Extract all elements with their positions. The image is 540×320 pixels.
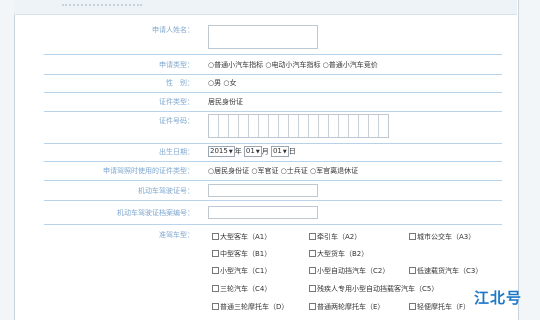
checkbox-icon xyxy=(409,267,416,274)
cert-type-value: 居民身份证 xyxy=(208,98,243,106)
apply-cert-label: 申请驾照时使用的证件类型： xyxy=(103,167,194,175)
vehicle-checkbox-a2[interactable]: 牵引车（A2） xyxy=(309,232,361,242)
gender-radio-group[interactable]: ○男 ○女 xyxy=(208,78,236,88)
birth-month-select[interactable]: 01▼ xyxy=(243,146,262,157)
row-name: 申请人姓名： xyxy=(44,14,502,55)
checkbox-icon xyxy=(309,233,316,240)
birth-year-select[interactable]: 2015▼ xyxy=(208,146,235,157)
gender-label: 性 别： xyxy=(166,79,194,87)
row-license-no: 机动车驾驶证号： xyxy=(44,180,502,201)
checkbox-icon xyxy=(212,250,219,257)
checkbox-icon xyxy=(212,267,219,274)
license-file-label: 机动车驾驶证档案编号： xyxy=(117,209,194,217)
top-band xyxy=(14,0,517,15)
checkbox-icon xyxy=(309,250,316,257)
vehicle-checkbox-c2[interactable]: 小型自动挡汽车（C2） xyxy=(309,266,389,276)
month-suffix: 月 xyxy=(261,147,269,156)
vehicle-checkbox-a3[interactable]: 城市公交车（A3） xyxy=(409,232,475,242)
name-input[interactable] xyxy=(208,25,318,49)
type-label: 申请类型： xyxy=(159,61,194,69)
vehicle-checkbox-b2[interactable]: 大型货车（B2） xyxy=(309,249,368,259)
cert-type-label: 证件类型： xyxy=(159,98,194,106)
vehicle-checkbox-b1[interactable]: 中型客车（B1） xyxy=(212,249,271,259)
vehicle-checkbox-c5[interactable]: 残疾人专用小型自动挡载客汽车（C5） xyxy=(309,284,438,294)
name-label: 申请人姓名： xyxy=(152,26,194,34)
chevron-down-icon: ▼ xyxy=(228,149,233,155)
apply-cert-radio-group[interactable]: ○居民身份证 ○军官证 ○士兵证 ○军官离退休证 xyxy=(208,166,358,176)
checkbox-icon xyxy=(212,285,219,292)
checkbox-icon xyxy=(212,233,219,240)
year-suffix: 年 xyxy=(234,147,242,156)
row-cert-type: 证件类型： 居民身份证 xyxy=(44,92,502,112)
row-license-file: 机动车驾驶证档案编号： xyxy=(44,200,502,225)
birth-day-select[interactable]: 01▼ xyxy=(270,146,289,157)
vehicle-checkbox-a1[interactable]: 大型客车（A1） xyxy=(212,232,271,242)
license-file-input[interactable] xyxy=(208,206,318,219)
type-radio-group[interactable]: ○普通小汽车指标 ○电动小汽车指标 ○普通小汽车竞价 xyxy=(208,60,378,70)
license-no-label: 机动车驾驶证号： xyxy=(138,187,194,195)
vehicle-checkbox-f[interactable]: 轻便摩托车（F） xyxy=(409,302,470,312)
row-type: 申请类型： ○普通小汽车指标 ○电动小汽车指标 ○普通小汽车竞价 xyxy=(44,54,502,75)
row-cert-no: 证件号码： xyxy=(44,111,502,144)
checkbox-icon xyxy=(212,303,219,310)
checkbox-icon xyxy=(309,285,316,292)
cert-no-label: 证件号码： xyxy=(159,117,194,125)
watermark-logo: 江北号 xyxy=(474,289,523,307)
checkbox-icon xyxy=(409,303,416,310)
checkbox-icon xyxy=(409,233,416,240)
vehicle-checkbox-d[interactable]: 普通三轮摩托车（D） xyxy=(212,302,288,312)
checkbox-icon xyxy=(309,303,316,310)
vehicle-checkbox-c3[interactable]: 低速载货汽车（C3） xyxy=(409,266,482,276)
vehicle-type-label: 准驾车型： xyxy=(159,231,194,239)
chevron-down-icon: ▼ xyxy=(282,149,287,155)
vehicle-checkbox-c4[interactable]: 三轮汽车（C4） xyxy=(212,284,271,294)
row-apply-cert: 申请驾照时使用的证件类型： ○居民身份证 ○军官证 ○士兵证 ○军官离退休证 xyxy=(44,161,502,181)
cert-no-input[interactable] xyxy=(208,114,389,138)
row-gender: 性 别： ○男 ○女 xyxy=(44,74,502,93)
top-divider xyxy=(62,4,142,8)
birth-date-group: 2015▼ 年 01▼ 月 01▼ 日 xyxy=(208,146,296,157)
row-vehicle-types: 准驾车型： 大型客车（A1） 牵引车（A2） 城市公交车（A3） 中型客车（B1… xyxy=(44,224,502,320)
license-no-input[interactable] xyxy=(208,184,318,197)
checkbox-icon xyxy=(309,267,316,274)
day-suffix: 日 xyxy=(288,147,296,156)
chevron-down-icon: ▼ xyxy=(255,149,260,155)
birth-label: 出生日期： xyxy=(159,148,194,156)
vehicle-checkbox-e[interactable]: 普通两轮摩托车（E） xyxy=(309,302,384,312)
vehicle-checkbox-c1[interactable]: 小型汽车（C1） xyxy=(212,266,271,276)
row-birth: 出生日期： 2015▼ 年 01▼ 月 01▼ 日 xyxy=(44,143,502,162)
